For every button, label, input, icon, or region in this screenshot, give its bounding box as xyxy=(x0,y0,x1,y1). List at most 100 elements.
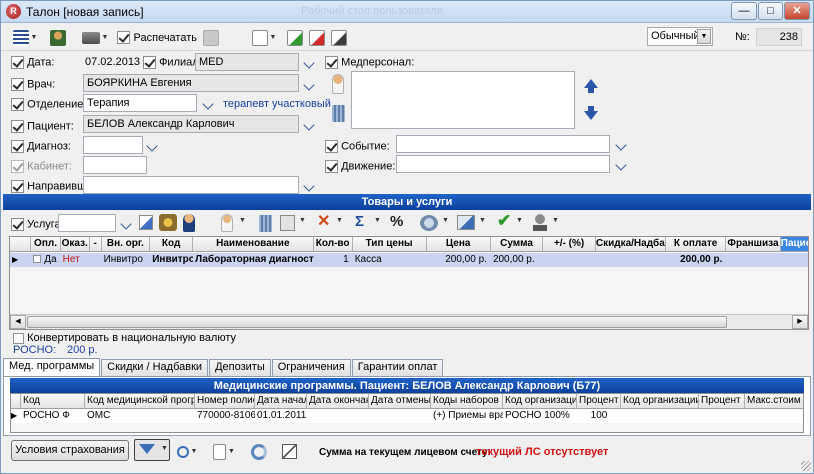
copy-button[interactable] xyxy=(201,27,221,48)
date-value[interactable]: 07.02.2013 xyxy=(85,56,140,68)
date-checkbox[interactable] xyxy=(11,56,24,69)
sum-icon[interactable]: Σ xyxy=(355,213,371,231)
department-field[interactable]: Терапия xyxy=(83,94,197,112)
sum-arrow-icon[interactable]: ▼ xyxy=(374,217,381,224)
delete-document-button[interactable] xyxy=(329,27,349,48)
move-down-icon[interactable] xyxy=(584,111,598,120)
col-to-pay[interactable]: К оплате xyxy=(666,237,727,251)
percent-icon[interactable]: % xyxy=(390,213,406,231)
tab-payment-guarantees[interactable]: Гарантии оплат xyxy=(351,359,444,376)
col-franchise[interactable]: Франшиза xyxy=(726,237,781,251)
printer-menu-button[interactable]: ▼ xyxy=(79,27,111,48)
delete-service-icon[interactable] xyxy=(259,215,272,232)
doctor-chevron-icon[interactable] xyxy=(303,81,317,91)
currency-icon[interactable] xyxy=(420,215,438,231)
scroll-left-icon[interactable]: ◀ xyxy=(10,315,26,329)
col-pct[interactable]: +/- (%) xyxy=(543,237,596,251)
person-menu-icon[interactable] xyxy=(221,214,233,232)
movement-chevron-icon[interactable] xyxy=(615,161,629,171)
stamp-icon[interactable] xyxy=(533,214,547,231)
copy-service-arrow-icon[interactable]: ▼ xyxy=(299,217,306,224)
print-checkbox[interactable] xyxy=(117,31,130,44)
stamp-arrow-icon[interactable]: ▼ xyxy=(552,217,559,224)
programs-grid[interactable]: Код Код медицинской программы Номер поли… xyxy=(10,393,804,433)
referrer-chevron-icon[interactable] xyxy=(303,182,317,192)
referrer-field[interactable] xyxy=(83,176,299,194)
cabinet-checkbox[interactable] xyxy=(11,160,24,173)
settings-menu-button[interactable]: ▼ xyxy=(9,27,41,48)
department-chevron-icon[interactable] xyxy=(202,100,216,110)
col-org[interactable]: Вн. орг. xyxy=(102,237,151,251)
patient-chevron-icon[interactable] xyxy=(303,121,317,131)
table-row[interactable]: ▶ Да Нет Инвитро Инвитро Лабораторная ди… xyxy=(10,253,808,267)
col-qty[interactable]: Кол-во xyxy=(314,237,353,251)
diagnosis-chevron-icon[interactable] xyxy=(146,142,160,152)
service-checkbox[interactable] xyxy=(11,218,24,231)
col-price[interactable]: Цена xyxy=(427,237,491,251)
search-menu-button[interactable]: ▼ xyxy=(173,441,201,462)
add-person-icon[interactable] xyxy=(332,74,344,94)
col-pct2[interactable]: Процент 2 xyxy=(699,394,745,408)
copy-service-icon[interactable] xyxy=(280,215,295,231)
col-org1[interactable]: Код организации 1 xyxy=(503,394,577,408)
col-program-code[interactable]: Код xyxy=(21,394,85,408)
col-max[interactable]: Макс.стоим xyxy=(745,394,803,408)
branch-checkbox[interactable] xyxy=(143,56,156,69)
col-cancel-date[interactable]: Дата отмены xyxy=(369,394,431,408)
col-program-name[interactable]: Код медицинской программы xyxy=(85,394,195,408)
scroll-right-icon[interactable]: ▶ xyxy=(792,315,808,329)
col-policy[interactable]: Номер полиса xyxy=(195,394,255,408)
tab-deposits[interactable]: Депозиты xyxy=(209,359,271,376)
service-group-icon[interactable] xyxy=(159,214,177,231)
col-end-date[interactable]: Дата окончания xyxy=(307,394,369,408)
person-menu-arrow-icon[interactable]: ▼ xyxy=(239,217,246,224)
paid-checkbox[interactable] xyxy=(33,255,42,264)
confirm-icon[interactable]: ✔ xyxy=(497,212,513,230)
col-price-type[interactable]: Тип цены xyxy=(353,237,427,251)
movement-field[interactable] xyxy=(396,155,610,173)
trash-icon[interactable] xyxy=(332,105,345,122)
doctor-icon[interactable] xyxy=(183,214,195,232)
cabinet-field[interactable] xyxy=(83,156,147,174)
export-arrow-icon[interactable]: ▼ xyxy=(479,217,486,224)
close-button[interactable]: ✕ xyxy=(784,2,810,20)
col-discount[interactable]: Скидка/Надбавка xyxy=(596,237,666,251)
users-button[interactable] xyxy=(47,27,69,48)
convert-checkbox[interactable] xyxy=(13,332,24,344)
patient-checkbox[interactable] xyxy=(11,120,24,133)
tab-discounts[interactable]: Скидки / Надбавки xyxy=(101,359,209,376)
tab-med-programs[interactable]: Мед. программы xyxy=(3,358,101,377)
col-done[interactable]: Оказ. xyxy=(61,237,90,251)
minimize-button[interactable]: — xyxy=(731,2,757,20)
horizontal-scrollbar[interactable]: ◀ ▶ xyxy=(10,314,808,329)
approve-document-button[interactable] xyxy=(285,27,305,48)
referrer-checkbox[interactable] xyxy=(11,180,24,193)
insurance-conditions-button[interactable]: Условия страхования xyxy=(11,440,129,461)
staff-list[interactable] xyxy=(351,71,575,129)
services-grid[interactable]: Опл. Оказ. - Вн. орг. Код Наименование К… xyxy=(9,236,809,330)
resize-grip-icon[interactable] xyxy=(801,461,811,471)
edit-service-icon[interactable] xyxy=(139,215,153,230)
confirm-arrow-icon[interactable]: ▼ xyxy=(516,217,523,224)
print-option[interactable]: Распечатать xyxy=(117,27,197,48)
movement-checkbox[interactable] xyxy=(325,160,338,173)
export-icon[interactable] xyxy=(457,215,475,230)
col-pct1[interactable]: Процент 1 xyxy=(577,394,621,408)
cancel-document-button[interactable] xyxy=(307,27,327,48)
edit-note-button[interactable] xyxy=(279,441,299,462)
currency-arrow-icon[interactable]: ▼ xyxy=(442,217,449,224)
diagnosis-field[interactable] xyxy=(83,136,143,154)
maximize-button[interactable]: □ xyxy=(758,2,783,20)
col-dash[interactable]: - xyxy=(90,237,102,251)
col-start-date[interactable]: Дата начала xyxy=(255,394,307,408)
document-menu-button[interactable]: ▼ xyxy=(247,27,281,48)
patient-field[interactable]: БЕЛОВ Александр Карлович xyxy=(83,115,299,133)
doctor-field[interactable]: БОЯРКИНА Евгения xyxy=(83,74,299,92)
event-field[interactable] xyxy=(396,135,610,153)
col-patient[interactable]: Пацие xyxy=(780,237,808,251)
staff-checkbox[interactable] xyxy=(325,56,338,69)
new-page-menu-button[interactable]: ▼ xyxy=(209,441,239,462)
service-field[interactable] xyxy=(58,214,116,232)
branch-chevron-icon[interactable] xyxy=(303,59,317,69)
col-code[interactable]: Код xyxy=(150,237,194,251)
